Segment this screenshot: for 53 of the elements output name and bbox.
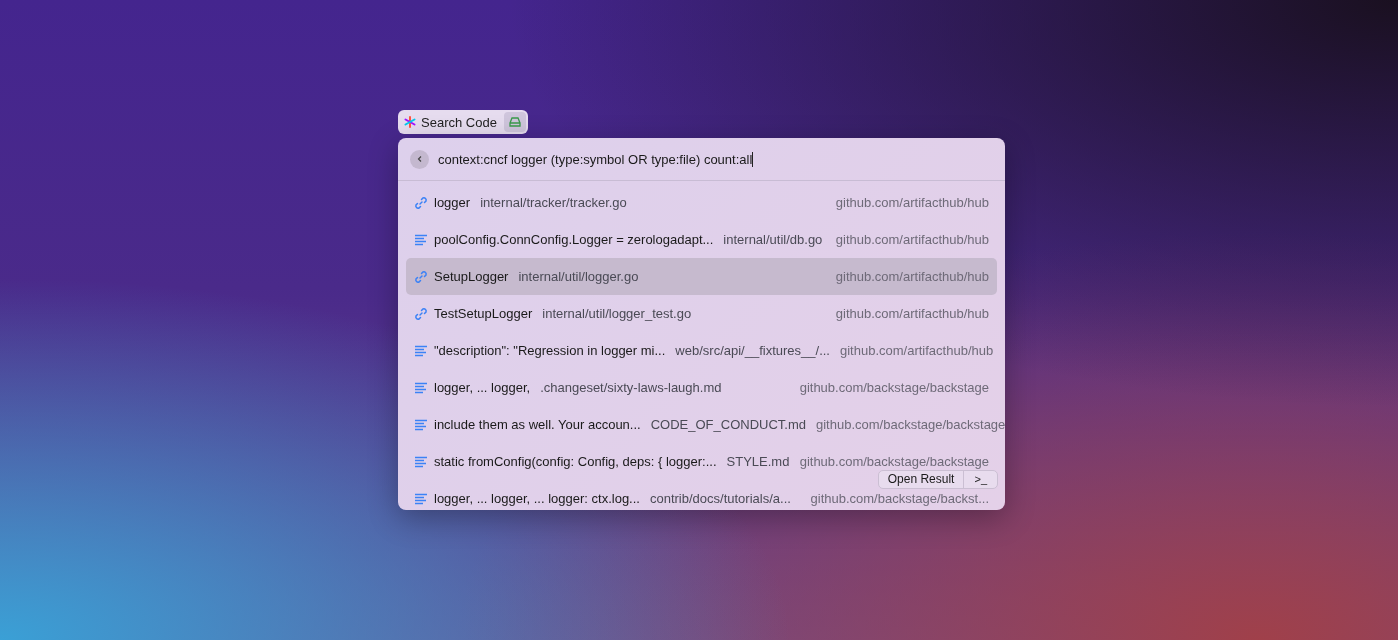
search-field[interactable]: context:cncf logger (type:symbol OR type:file) count:all bbox=[438, 151, 754, 167]
result-path: STYLE.md bbox=[726, 453, 790, 470]
result-title: logger, ... logger, ... logger: ctx.log... bbox=[434, 490, 640, 507]
chip-label: Search Code bbox=[421, 114, 497, 130]
text-lines-icon bbox=[414, 343, 428, 358]
text-lines-icon bbox=[414, 417, 428, 432]
result-repo: github.com/backstage/backstage bbox=[798, 453, 989, 470]
terminal-button[interactable]: >_ bbox=[963, 471, 997, 488]
result-title: "description": "Regression in logger mi... bbox=[434, 342, 666, 359]
result-title: TestSetupLogger bbox=[434, 305, 533, 322]
result-title: logger bbox=[434, 194, 471, 211]
chevron-left-icon bbox=[415, 155, 424, 163]
link-icon bbox=[414, 306, 428, 321]
result-title: include them as well. Your accoun... bbox=[434, 416, 641, 433]
result-repo: github.com/artifacthub/hub bbox=[834, 268, 989, 285]
text-lines-icon bbox=[414, 454, 428, 469]
result-title: SetupLogger bbox=[434, 268, 509, 285]
result-title: poolConfig.ConnConfig.Logger = zerologadapt... bbox=[434, 231, 714, 248]
result-path: internal/tracker/tracker.go bbox=[480, 194, 627, 211]
result-row[interactable]: TestSetupLogger internal/util/logger_test.go github.com/artifacthub/hub bbox=[406, 305, 997, 322]
result-row[interactable]: logger, ... logger, ... logger: ctx.log... contrib/docs/tutorials/a... github.com/backstage/backst... bbox=[406, 490, 997, 507]
result-repo: github.com/artifacthub/hub bbox=[834, 305, 989, 322]
result-repo: github.com/backstage/backstage bbox=[815, 416, 1005, 433]
result-path: contrib/docs/tutorials/a... bbox=[649, 490, 791, 507]
back-button[interactable] bbox=[410, 149, 429, 169]
result-repo: github.com/backstage/backst... bbox=[809, 490, 989, 507]
text-lines-icon bbox=[414, 491, 428, 506]
tray-icon[interactable] bbox=[503, 112, 526, 132]
result-path: internal/util/logger.go bbox=[518, 268, 639, 285]
result-row[interactable]: "description": "Regression in logger mi... web/src/api/__fixtures__/... github.com/artifacthub/hub bbox=[406, 342, 997, 359]
open-result-button[interactable]: Open Result bbox=[878, 471, 964, 488]
result-repo: github.com/artifacthub/hub bbox=[834, 194, 989, 211]
result-row[interactable]: logger, ... logger, .changeset/sixty-laws-laugh.md github.com/backstage/backstage bbox=[406, 379, 997, 396]
text-lines-icon bbox=[414, 380, 428, 395]
link-icon bbox=[414, 269, 428, 284]
result-repo: github.com/artifacthub/hub bbox=[839, 342, 994, 359]
result-path: web/src/api/__fixtures__/... bbox=[675, 342, 830, 359]
result-repo: github.com/backstage/backstage bbox=[798, 379, 989, 396]
result-title: logger, ... logger, bbox=[434, 379, 531, 396]
result-path: internal/util/logger_test.go bbox=[542, 305, 692, 322]
text-lines-icon bbox=[414, 232, 428, 247]
result-row[interactable]: poolConfig.ConnConfig.Logger = zerologadapt... internal/util/db.go github.com/artifacthub/hub bbox=[406, 231, 997, 248]
result-title: static fromConfig(config: Config, deps: { logger:... bbox=[434, 453, 717, 470]
asterisk-icon bbox=[404, 116, 416, 128]
result-path: internal/util/db.go bbox=[723, 231, 823, 248]
result-row[interactable]: SetupLogger internal/util/logger.go github.com/artifacthub/hub bbox=[406, 258, 997, 295]
result-row[interactable]: static fromConfig(config: Config, deps: { logger:... STYLE.md github.com/backstage/backstage bbox=[406, 453, 997, 470]
command-chip[interactable]: Search Code bbox=[398, 110, 528, 134]
link-icon bbox=[414, 195, 428, 210]
result-row[interactable]: logger internal/tracker/tracker.go github.com/artifacthub/hub bbox=[406, 194, 997, 211]
result-repo: github.com/artifacthub/hub bbox=[834, 231, 989, 248]
result-path: CODE_OF_CONDUCT.md bbox=[650, 416, 806, 433]
result-path: .changeset/sixty-laws-laugh.md bbox=[540, 379, 722, 396]
